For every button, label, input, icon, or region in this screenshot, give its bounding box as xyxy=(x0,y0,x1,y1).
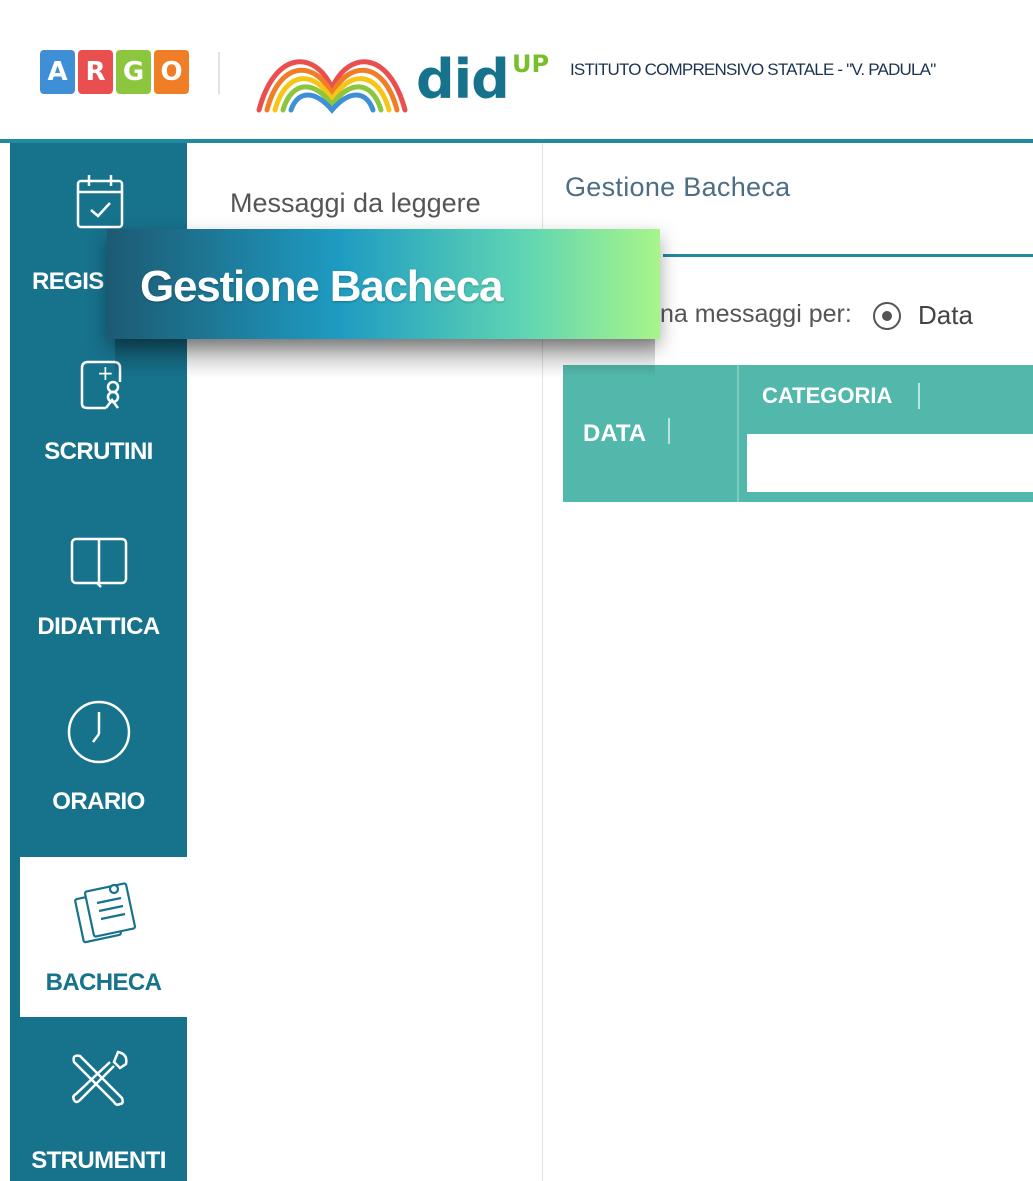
app-name: did xyxy=(416,48,510,111)
categoria-filter-input[interactable] xyxy=(747,434,1033,492)
sidebar-item-didattica[interactable]: DIDATTICA xyxy=(10,495,187,670)
sidebar-item-label: DIDATTICA xyxy=(37,613,160,640)
sidebar-item-orario[interactable]: ORARIO xyxy=(10,670,187,845)
argo-letter-g: G xyxy=(116,50,151,94)
column-divider xyxy=(737,365,739,502)
school-name: ISTITUTO COMPRENSIVO STATALE - "V. PADUL… xyxy=(570,60,936,79)
sort-option-label[interactable]: Data xyxy=(918,300,973,331)
column-header-data[interactable]: DATA xyxy=(583,420,646,448)
argo-letter-o: O xyxy=(154,50,189,94)
sort-by-label: na messaggi per: xyxy=(660,300,852,328)
header-divider xyxy=(218,52,220,94)
sidebar-item-label: ORARIO xyxy=(52,788,145,815)
clock-icon xyxy=(67,700,130,764)
argo-logo[interactable]: A R G O xyxy=(40,50,189,94)
tools-icon xyxy=(71,1050,128,1106)
app-header: A R G O did UP ISTITUTO COMPRENSIVO STAT… xyxy=(0,0,1033,143)
column-header-categoria[interactable]: CATEGORIA xyxy=(762,383,892,409)
sort-radio-data[interactable] xyxy=(873,302,901,330)
sidebar-item-label: BACHECA xyxy=(45,969,162,996)
sort-indicator-icon[interactable] xyxy=(918,383,920,409)
banner-shadow xyxy=(115,333,655,378)
banner-title: Gestione Bacheca xyxy=(140,262,504,311)
sort-indicator-icon[interactable] xyxy=(668,418,670,444)
app-name-suffix: UP xyxy=(512,50,550,78)
sidebar-item-label: STRUMENTI xyxy=(31,1147,166,1174)
argo-letter-a: A xyxy=(40,50,75,94)
book-icon xyxy=(70,537,127,588)
page-title: Gestione Bacheca xyxy=(565,172,791,202)
sidebar-item-bacheca[interactable]: BACHECA xyxy=(20,857,187,1017)
title-underline xyxy=(663,254,1033,257)
sidebar-item-label: SCRUTINI xyxy=(44,438,153,465)
didup-rainbow-logo-icon xyxy=(256,59,408,114)
calendar-check-icon xyxy=(76,175,123,229)
menu-item-messaggi-da-leggere[interactable]: Messaggi da leggere xyxy=(230,188,481,219)
argo-letter-r: R xyxy=(78,50,113,94)
sidebar-item-strumenti[interactable]: STRUMENTI xyxy=(10,1020,187,1181)
notice-board-icon xyxy=(73,882,136,944)
